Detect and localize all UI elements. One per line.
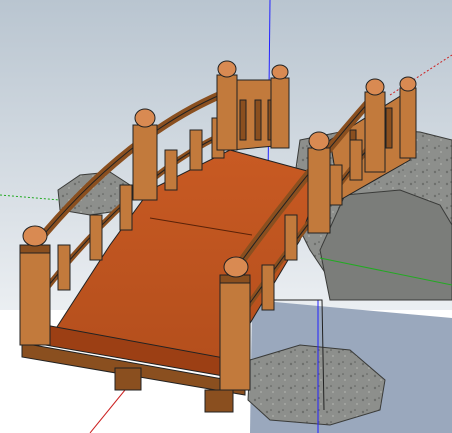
post-cap — [308, 131, 330, 151]
post-cap — [399, 76, 417, 92]
baluster — [385, 107, 393, 149]
post-mid-right — [307, 131, 331, 234]
rock-ledge-right — [319, 189, 452, 301]
post-front-right — [219, 256, 251, 391]
baluster — [254, 99, 262, 141]
post-back-right — [364, 78, 386, 173]
post-cap — [223, 256, 249, 278]
post-cap — [271, 64, 289, 80]
post-far-left — [216, 60, 238, 151]
post-cap — [365, 78, 385, 96]
scene-canvas[interactable] — [0, 0, 452, 433]
baluster — [239, 99, 247, 141]
sketchup-viewport[interactable] — [0, 0, 452, 433]
post-far-right — [399, 76, 417, 159]
post-cap — [217, 60, 237, 78]
post-cap — [134, 108, 156, 128]
post-cap — [22, 225, 48, 247]
post-back-left — [132, 108, 158, 201]
support-block-left — [114, 367, 142, 391]
support-block-right — [204, 389, 234, 413]
